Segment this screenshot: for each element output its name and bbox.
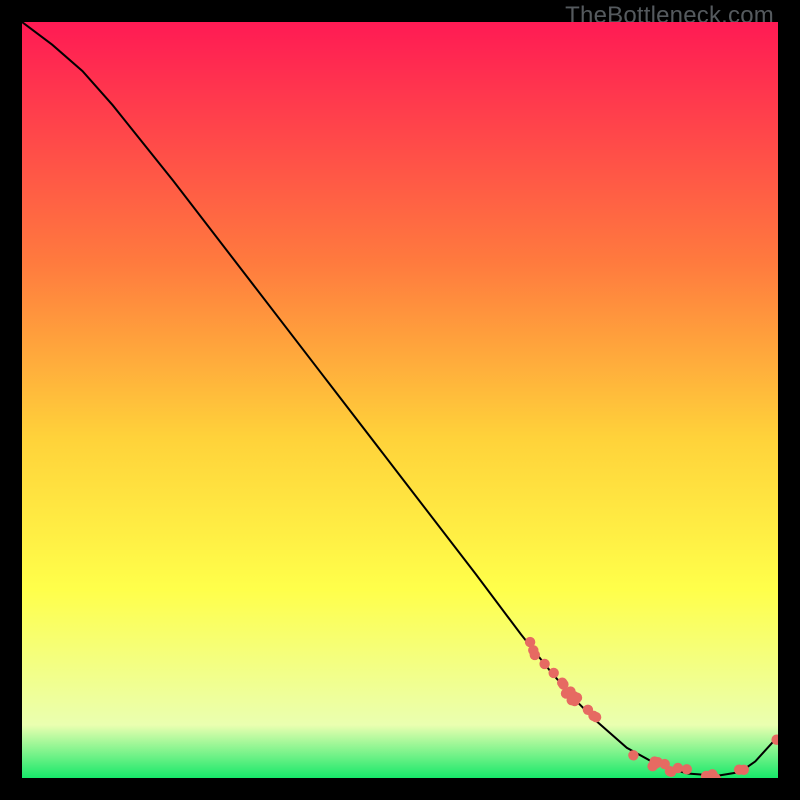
chart-svg bbox=[22, 22, 778, 778]
data-dot bbox=[651, 758, 661, 768]
chart-frame: TheBottleneck.com bbox=[0, 0, 800, 800]
data-dot bbox=[539, 659, 549, 669]
data-dot bbox=[567, 695, 577, 705]
gradient-background bbox=[22, 22, 778, 778]
data-dot bbox=[525, 637, 535, 647]
data-dot bbox=[591, 712, 601, 722]
data-dot bbox=[549, 668, 559, 678]
data-dot bbox=[673, 763, 683, 773]
data-dot bbox=[557, 678, 567, 688]
plot-area bbox=[22, 22, 778, 778]
data-dot bbox=[739, 765, 749, 775]
data-dot bbox=[628, 750, 638, 760]
data-dot bbox=[682, 764, 692, 774]
